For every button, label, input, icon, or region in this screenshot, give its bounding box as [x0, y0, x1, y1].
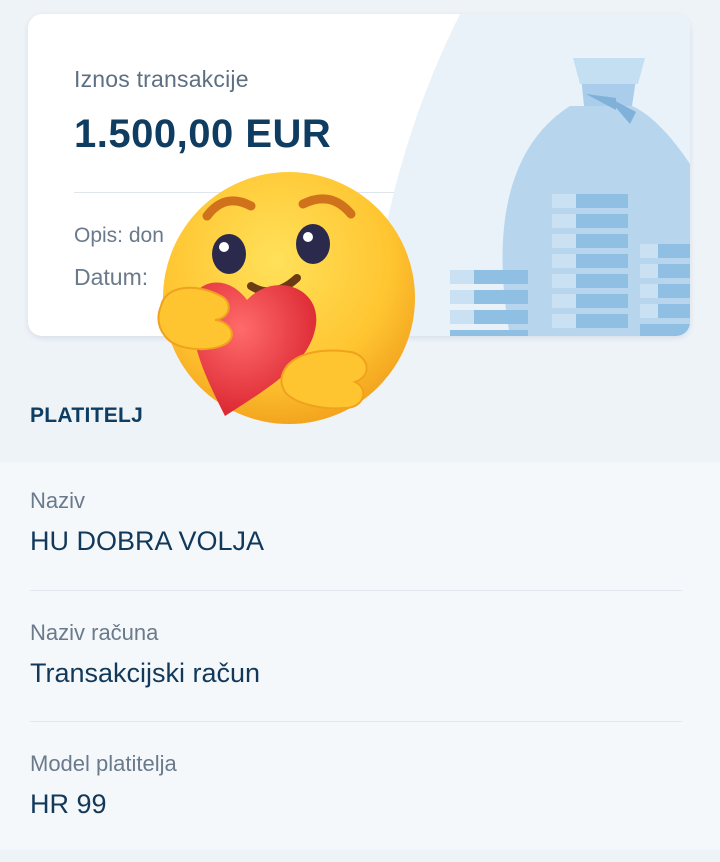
description-text: Opis: don [74, 224, 164, 247]
payer-model-label: Model platitelja [30, 751, 177, 776]
payer-model-field: Model platitelja HR 99 [30, 751, 680, 820]
account-name-value: Transakcijski račun [30, 658, 261, 688]
field-divider [30, 590, 682, 591]
field-divider [30, 721, 682, 722]
payer-model-value: HR 99 [30, 789, 107, 819]
money-bag-with-coins-icon [370, 14, 690, 336]
payer-section-title: PLATITELJ [30, 404, 144, 427]
account-name-label: Naziv računa [30, 620, 159, 645]
amount-label: Iznos transakcije [74, 66, 249, 92]
account-name-field: Naziv računa Transakcijski račun [30, 620, 680, 689]
payer-name-label: Naziv [30, 488, 86, 513]
bottom-edge [0, 850, 720, 862]
care-emoji-icon [157, 172, 415, 424]
payer-name-field: Naziv HU DOBRA VOLJA [30, 488, 680, 557]
amount-value: 1.500,00 EUR [74, 112, 332, 156]
date-text: Datum: [74, 264, 149, 290]
payer-name-value: HU DOBRA VOLJA [30, 526, 265, 556]
